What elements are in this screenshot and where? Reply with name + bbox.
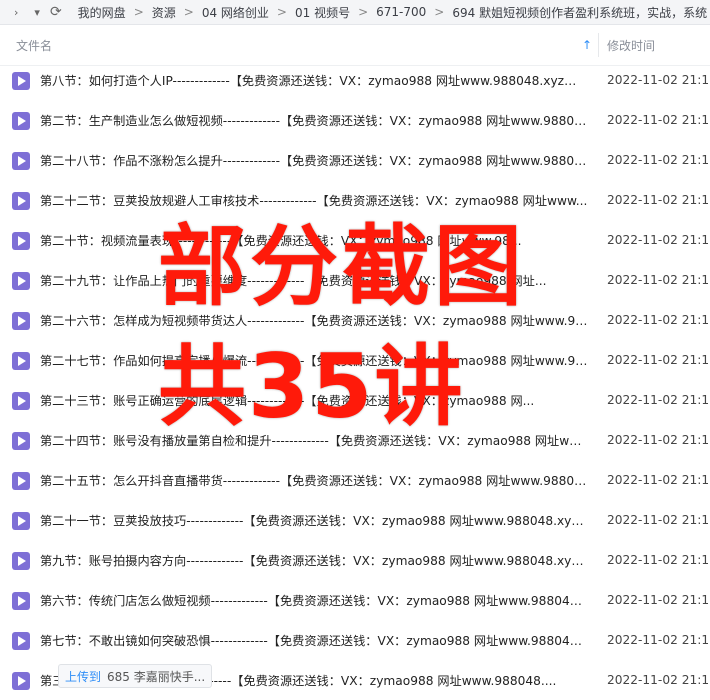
upload-tooltip[interactable]: 上传到 685 李嘉丽快手... xyxy=(58,664,213,688)
file-row[interactable]: 第二节：生产制造业怎么做短视频-------------【免费资源还送钱：VX：… xyxy=(0,100,710,140)
file-date: 2022-11-02 21:13 xyxy=(607,433,710,447)
file-name[interactable]: 第七节：不敢出镜如何突破恐惧-------------【免费资源还送钱：VX：z… xyxy=(40,631,588,649)
file-date: 2022-11-02 21:13 xyxy=(607,633,710,647)
file-name[interactable]: 第二十三节：账号正确运营的底层逻辑-------------【免费资源还送钱：V… xyxy=(40,391,588,409)
file-date: 2022-11-02 21:13 xyxy=(607,673,710,687)
file-name[interactable]: 第二十一节：豆荚投放技巧-------------【免费资源还送钱：VX：zym… xyxy=(40,511,588,529)
video-file-icon xyxy=(12,432,30,450)
file-row[interactable]: 第九节：账号拍摄内容方向-------------【免费资源还送钱：VX：zym… xyxy=(0,540,710,580)
file-row[interactable]: 第二十节：视频流量表现-------------【免费资源还送钱：VX：zyma… xyxy=(0,220,710,260)
video-file-icon xyxy=(12,192,30,210)
breadcrumb-item-video[interactable]: 01 视频号 xyxy=(295,4,350,21)
file-date: 2022-11-02 21:13 xyxy=(607,313,710,327)
breadcrumb-item-current[interactable]: 694 默姐短视频创作者盈利系统班，实战，系统 xyxy=(452,4,707,21)
file-row[interactable]: 第七节：不敢出镜如何突破恐惧-------------【免费资源还送钱：VX：z… xyxy=(0,620,710,660)
file-row[interactable]: 第二十一节：豆荚投放技巧-------------【免费资源还送钱：VX：zym… xyxy=(0,500,710,540)
file-row[interactable]: 第二十四节：账号没有播放量第自检和提升-------------【免费资源还送钱… xyxy=(0,420,710,460)
file-date: 2022-11-02 21:13 xyxy=(607,353,710,367)
file-name[interactable]: 第二十四节：账号没有播放量第自检和提升-------------【免费资源还送钱… xyxy=(40,431,588,449)
breadcrumb-separator: > xyxy=(133,5,144,19)
file-date: 2022-11-02 21:13 xyxy=(607,553,710,567)
breadcrumb-separator: > xyxy=(434,5,445,19)
file-row[interactable]: 第二十九节：让作品上热门的重要维度-------------【免费资源还送钱：V… xyxy=(0,260,710,300)
file-name[interactable]: 第二十五节：怎么开抖音直播带货-------------【免费资源还送钱：VX：… xyxy=(40,471,588,489)
column-header-name[interactable]: 文件名 xyxy=(16,37,52,54)
file-row[interactable]: 第二十六节：怎样成为短视频带货达人-------------【免费资源还送钱：V… xyxy=(0,300,710,340)
file-name[interactable]: 第二十节：视频流量表现-------------【免费资源还送钱：VX：zyma… xyxy=(40,231,588,249)
forward-icon[interactable]: › xyxy=(14,6,18,19)
upload-target: 685 李嘉丽快手... xyxy=(107,669,206,684)
video-file-icon xyxy=(12,272,30,290)
breadcrumb-item-range[interactable]: 671-700 xyxy=(376,5,426,19)
file-row[interactable]: 第八节：如何打造个人IP-------------【免费资源还送钱：VX：zym… xyxy=(0,60,710,100)
video-file-icon xyxy=(12,632,30,650)
breadcrumb-item-root[interactable]: 我的网盘 xyxy=(78,4,126,21)
column-header-date[interactable]: 修改时间 xyxy=(607,37,655,54)
file-name[interactable]: 第九节：账号拍摄内容方向-------------【免费资源还送钱：VX：zym… xyxy=(40,551,588,569)
file-date: 2022-11-02 21:13 xyxy=(607,113,710,127)
video-file-icon xyxy=(12,232,30,250)
file-date: 2022-11-02 21:13 xyxy=(607,513,710,527)
breadcrumb-item-resources[interactable]: 资源 xyxy=(152,4,176,21)
video-file-icon xyxy=(12,312,30,330)
upload-label: 上传到 xyxy=(65,669,102,684)
file-row[interactable]: 第二十二节：豆荚投放规避人工审核技术-------------【免费资源还送钱：… xyxy=(0,180,710,220)
video-file-icon xyxy=(12,552,30,570)
file-list: 第八节：如何打造个人IP-------------【免费资源还送钱：VX：zym… xyxy=(0,60,710,700)
file-name[interactable]: 第二十九节：让作品上热门的重要维度-------------【免费资源还送钱：V… xyxy=(40,271,588,289)
column-divider[interactable] xyxy=(598,33,599,57)
video-file-icon xyxy=(12,672,30,690)
video-file-icon xyxy=(12,72,30,90)
file-row[interactable]: 第二十七节：作品如何提高完播与爆流-------------【免费资源还送钱：V… xyxy=(0,340,710,380)
file-date: 2022-11-02 21:13 xyxy=(607,193,710,207)
video-file-icon xyxy=(12,512,30,530)
video-file-icon xyxy=(12,352,30,370)
video-file-icon xyxy=(12,592,30,610)
file-name[interactable]: 第二十二节：豆荚投放规避人工审核技术-------------【免费资源还送钱：… xyxy=(40,191,588,209)
breadcrumb-item-network[interactable]: 04 网络创业 xyxy=(202,4,269,21)
file-date: 2022-11-02 21:13 xyxy=(607,73,710,87)
file-name[interactable]: 第二节：生产制造业怎么做短视频-------------【免费资源还送钱：VX：… xyxy=(40,111,588,129)
dropdown-icon[interactable]: ▾ xyxy=(34,6,40,19)
breadcrumb-separator: > xyxy=(276,5,287,19)
file-name[interactable]: 第二十八节：作品不涨粉怎么提升-------------【免费资源还送钱：VX：… xyxy=(40,151,588,169)
file-date: 2022-11-02 21:13 xyxy=(607,233,710,247)
file-row[interactable]: 第二十三节：账号正确运营的底层逻辑-------------【免费资源还送钱：V… xyxy=(0,380,710,420)
breadcrumb-separator: > xyxy=(358,5,369,19)
file-date: 2022-11-02 21:13 xyxy=(607,473,710,487)
video-file-icon xyxy=(12,152,30,170)
video-file-icon xyxy=(12,112,30,130)
breadcrumb-separator: > xyxy=(183,5,194,19)
file-row[interactable]: 第二十五节：怎么开抖音直播带货-------------【免费资源还送钱：VX：… xyxy=(0,460,710,500)
file-date: 2022-11-02 21:13 xyxy=(607,273,710,287)
file-date: 2022-11-02 21:13 xyxy=(607,393,710,407)
file-date: 2022-11-02 21:13 xyxy=(607,153,710,167)
file-name[interactable]: 第六节：传统门店怎么做短视频-------------【免费资源还送钱：VX：z… xyxy=(40,591,588,609)
file-date: 2022-11-02 21:13 xyxy=(607,593,710,607)
file-name[interactable]: 第二十六节：怎样成为短视频带货达人-------------【免费资源还送钱：V… xyxy=(40,311,588,329)
file-row[interactable]: 第六节：传统门店怎么做短视频-------------【免费资源还送钱：VX：z… xyxy=(0,580,710,620)
sort-ascending-icon[interactable]: ↑ xyxy=(582,38,592,52)
refresh-icon[interactable]: ⟳ xyxy=(50,4,62,20)
file-row[interactable]: 第二十八节：作品不涨粉怎么提升-------------【免费资源还送钱：VX：… xyxy=(0,140,710,180)
breadcrumb-bar: › ▾ ⟳ 我的网盘 > 资源 > 04 网络创业 > 01 视频号 > 671… xyxy=(0,0,710,25)
video-file-icon xyxy=(12,392,30,410)
file-name[interactable]: 第二十七节：作品如何提高完播与爆流-------------【免费资源还送钱：V… xyxy=(40,351,588,369)
file-name[interactable]: 第八节：如何打造个人IP-------------【免费资源还送钱：VX：zym… xyxy=(40,71,588,89)
video-file-icon xyxy=(12,472,30,490)
